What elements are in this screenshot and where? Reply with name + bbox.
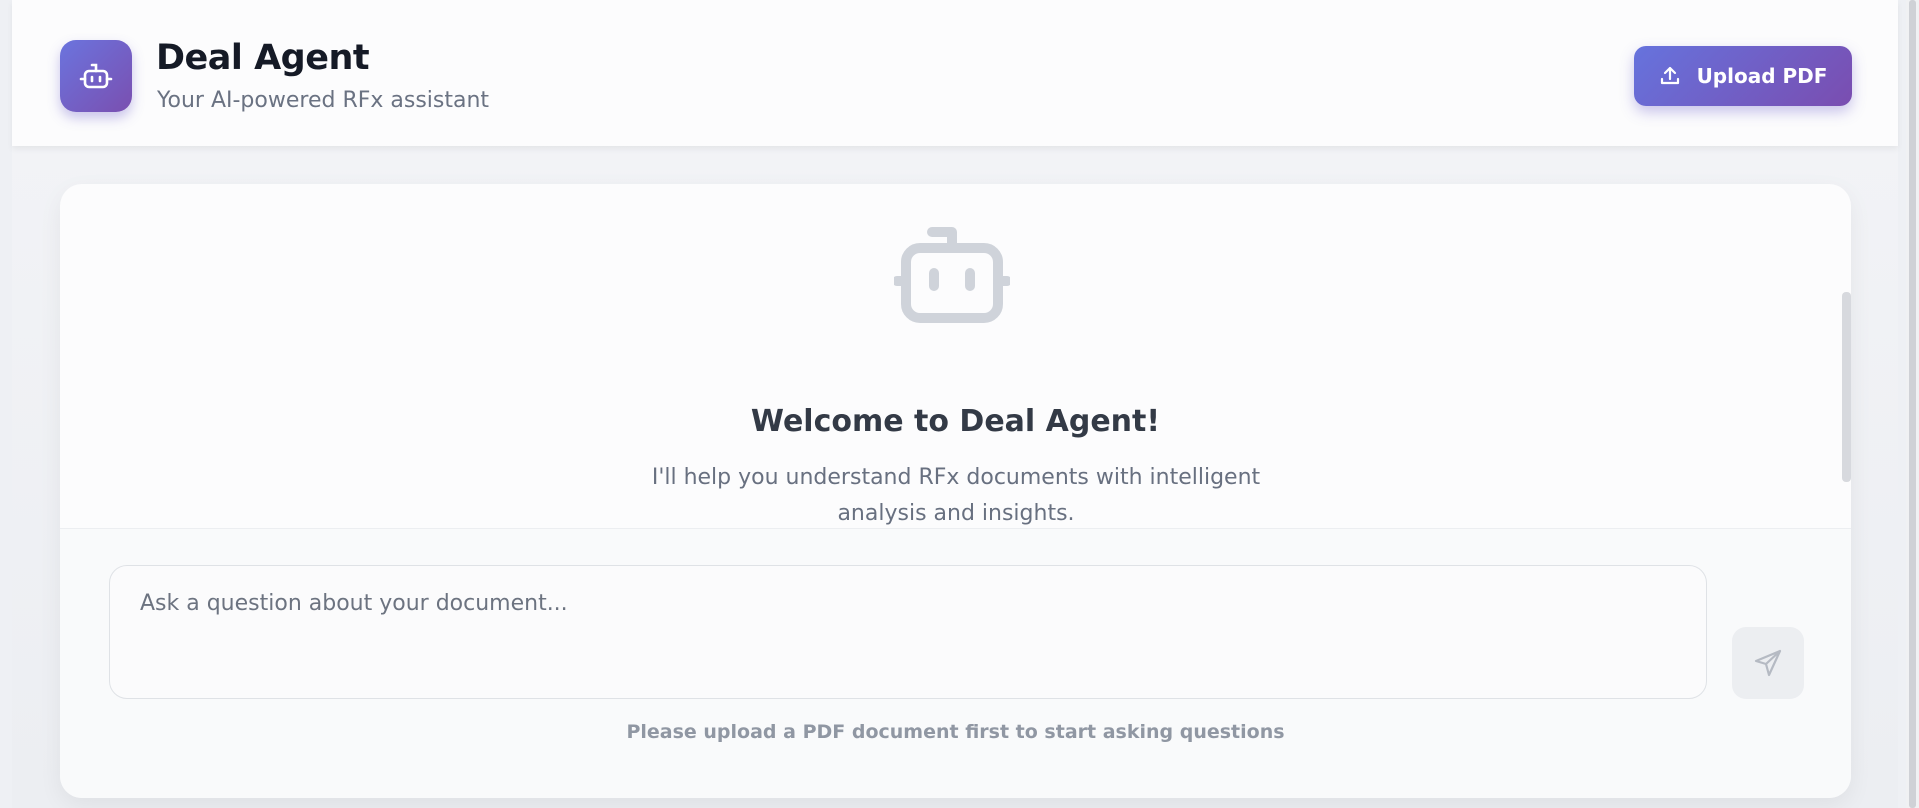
robot-icon bbox=[79, 63, 113, 89]
welcome-title: Welcome to Deal Agent! bbox=[750, 404, 1161, 439]
send-icon bbox=[1754, 649, 1782, 677]
app-subtitle: Your AI-powered RFx assistant bbox=[157, 88, 490, 113]
question-input[interactable] bbox=[109, 565, 1707, 699]
message-scrollbar[interactable] bbox=[1842, 292, 1851, 482]
app-header: Deal Agent Your AI-powered RFx assistant… bbox=[12, 0, 1898, 146]
window-scrollbar-thumb[interactable] bbox=[1909, 0, 1916, 808]
message-area[interactable]: Welcome to Deal Agent! I'll help you und… bbox=[60, 184, 1851, 528]
app-window: Deal Agent Your AI-powered RFx assistant… bbox=[12, 0, 1898, 808]
upload-pdf-button[interactable]: Upload PDF bbox=[1634, 46, 1852, 106]
upload-pdf-label: Upload PDF bbox=[1696, 64, 1828, 88]
send-button[interactable] bbox=[1732, 627, 1804, 699]
upload-hint: Please upload a PDF document first to st… bbox=[626, 721, 1285, 743]
robot-icon bbox=[894, 227, 1010, 323]
upload-icon bbox=[1660, 66, 1679, 85]
welcome-text: I'll help you understand RFx documents w… bbox=[651, 465, 1261, 526]
app-title: Deal Agent bbox=[156, 38, 370, 78]
app-logo bbox=[60, 40, 132, 112]
window-scrollbar[interactable] bbox=[1906, 0, 1919, 808]
chat-panel: Welcome to Deal Agent! I'll help you und… bbox=[60, 184, 1851, 798]
composer-area: Please upload a PDF document first to st… bbox=[60, 528, 1851, 798]
